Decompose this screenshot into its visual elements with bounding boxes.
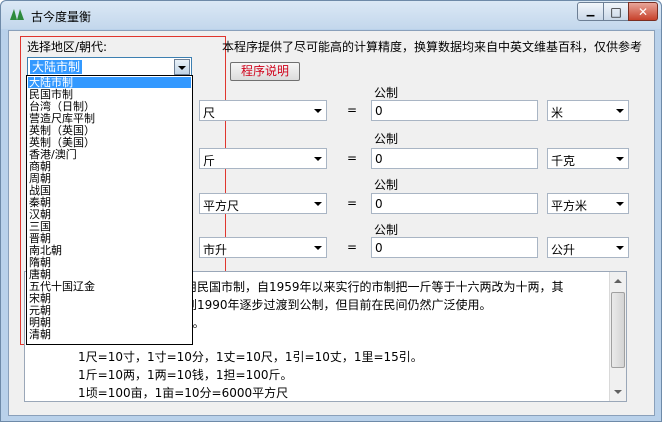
equals-sign: =: [347, 240, 358, 254]
region-dropdown-list: 大陆市制 民国市制 台湾（日制） 营造尺库平制 英制（英国） 英制（美国） 香港…: [26, 75, 193, 345]
close-icon: ✕: [637, 4, 649, 19]
metric-unit-select-weight[interactable]: 千克: [547, 148, 629, 169]
dropdown-item[interactable]: 晋朝: [28, 233, 191, 244]
metric-unit-select-volume[interactable]: 公升: [547, 237, 629, 258]
metric-value-area[interactable]: [371, 193, 538, 214]
dropdown-item[interactable]: 南北朝: [28, 245, 191, 256]
dropdown-item[interactable]: 三国: [28, 221, 191, 232]
minimize-button[interactable]: ▁: [577, 2, 604, 21]
dropdown-item[interactable]: 营造尺库平制: [28, 113, 191, 124]
metric-unit-value-length: 米: [551, 106, 564, 120]
dropdown-item[interactable]: 香港/澳门: [28, 149, 191, 160]
scroll-up-icon[interactable]: [614, 279, 622, 283]
dropdown-item[interactable]: 元朝: [28, 305, 191, 316]
description-line: 1尺=10寸，1寸=10分，1丈=10尺，1引=10丈，1里=15引。: [78, 350, 423, 364]
unit-value-volume: 市升: [203, 243, 228, 257]
unit-value-length: 尺: [203, 106, 216, 120]
metric-unit-select-area[interactable]: 平方米: [547, 193, 629, 214]
metric-value-weight[interactable]: [371, 148, 538, 169]
chevron-down-icon: [314, 202, 322, 206]
scrollbar-thumb[interactable]: [611, 292, 625, 368]
metric-unit-value-area: 平方米: [551, 199, 588, 213]
region-label: 选择地区/朝代:: [27, 40, 108, 54]
dropdown-item[interactable]: 大陆市制: [28, 77, 191, 88]
metric-unit-value-weight: 千克: [551, 154, 576, 168]
description-line: 1斤=10两，1两=10钱，1担=100斤。: [78, 368, 293, 382]
chevron-down-icon: [178, 66, 186, 70]
dropdown-item[interactable]: 明朝: [28, 317, 191, 328]
metric-value-volume[interactable]: [371, 237, 538, 258]
metric-unit-select-length[interactable]: 米: [547, 100, 629, 121]
dropdown-item[interactable]: 民国市制: [28, 89, 191, 100]
metric-input-volume[interactable]: [372, 238, 537, 257]
unit-select-area[interactable]: 平方尺: [199, 193, 327, 214]
metric-unit-value-volume: 公升: [551, 243, 576, 257]
scroll-down-icon[interactable]: [614, 390, 622, 394]
chevron-down-icon: [616, 109, 624, 113]
unit-value-area: 平方尺: [203, 199, 240, 213]
equals-sign: =: [347, 103, 358, 117]
dropdown-item[interactable]: 英制（美国）: [28, 137, 191, 148]
notice-text: 本程序提供了尽可能高的计算精度，换算数据均来自中英文维基百科，仅供参考: [222, 40, 643, 54]
unit-select-volume[interactable]: 市升: [199, 237, 327, 258]
help-button[interactable]: 程序说明: [230, 62, 300, 81]
description-line: 实到1990年逐步过渡到公制，但目前在民间仍然广泛使用。: [173, 298, 492, 312]
metric-value-length[interactable]: [371, 100, 538, 121]
dropdown-item[interactable]: 台湾（日制）: [28, 101, 191, 112]
dropdown-item[interactable]: 商朝: [28, 161, 191, 172]
dropdown-item[interactable]: 英制（英国）: [28, 125, 191, 136]
chevron-down-icon: [314, 157, 322, 161]
dropdown-item[interactable]: 唐朝: [28, 269, 191, 280]
dropdown-item[interactable]: 周朝: [28, 173, 191, 184]
metric-label-area: 公制: [374, 178, 399, 192]
equals-sign: =: [347, 151, 358, 165]
title-bar[interactable]: 古今度量衡 ▁ □ ✕: [1, 1, 661, 29]
metric-input-weight[interactable]: [372, 149, 537, 168]
chevron-down-icon: [314, 109, 322, 113]
unit-select-length[interactable]: 尺: [199, 100, 327, 121]
dropdown-item[interactable]: 汉朝: [28, 209, 191, 220]
maximize-icon: □: [610, 4, 622, 19]
dropdown-item[interactable]: 战国: [28, 185, 191, 196]
region-selected-value: 大陆市制: [30, 60, 83, 74]
close-button[interactable]: ✕: [628, 2, 658, 21]
app-logo-icon: [10, 9, 24, 20]
maximize-button[interactable]: □: [603, 2, 629, 21]
metric-input-area[interactable]: [372, 194, 537, 213]
window-title: 古今度量衡: [31, 10, 92, 24]
region-dropdown-button[interactable]: [174, 59, 190, 75]
chevron-down-icon: [616, 246, 624, 250]
metric-label-length: 公制: [374, 86, 399, 100]
chevron-down-icon: [314, 246, 322, 250]
dropdown-item[interactable]: 隋朝: [28, 257, 191, 268]
unit-select-weight[interactable]: 斤: [199, 148, 327, 169]
dropdown-item[interactable]: 秦朝: [28, 197, 191, 208]
metric-input-length[interactable]: [372, 101, 537, 120]
dropdown-item[interactable]: 五代十国辽金: [28, 281, 191, 292]
equals-sign: =: [347, 196, 358, 210]
metric-label-volume: 公制: [374, 223, 399, 237]
description-line: 1顷=100亩，1亩=10分=6000平方尺: [78, 386, 289, 400]
description-scrollbar[interactable]: [609, 272, 626, 401]
description-line: 沿用民国市制，自1959年以来实行的市制把一斤等于十六两改为十两，其: [173, 280, 564, 294]
metric-label-weight: 公制: [374, 132, 399, 146]
app-window: 古今度量衡 ▁ □ ✕ 选择地区/朝代: 本程序提供了尽可能高的计算精度，换算数…: [0, 0, 662, 422]
dropdown-item[interactable]: 清朝: [28, 329, 191, 340]
dropdown-item[interactable]: 宋朝: [28, 293, 191, 304]
chevron-down-icon: [616, 157, 624, 161]
unit-value-weight: 斤: [203, 154, 216, 168]
chevron-down-icon: [616, 202, 624, 206]
minimize-icon: ▁: [586, 5, 595, 17]
region-select[interactable]: 大陆市制: [27, 57, 192, 77]
